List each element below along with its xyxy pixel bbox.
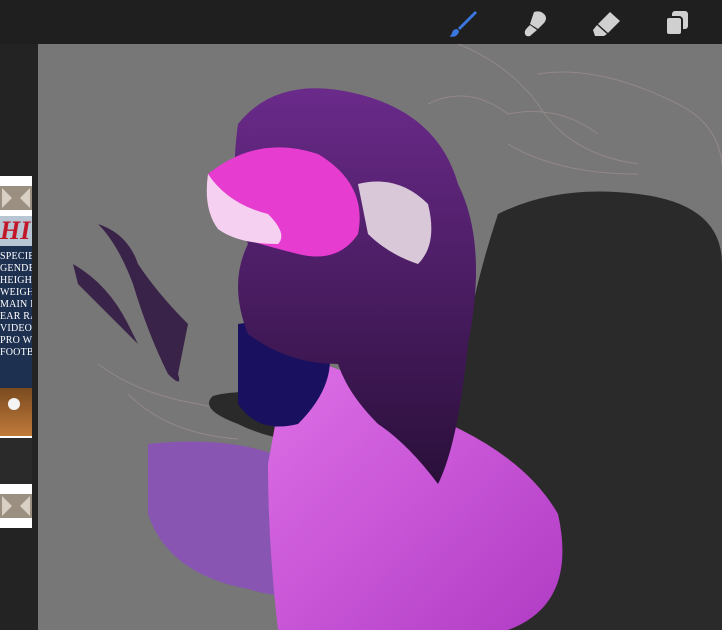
layers-icon bbox=[665, 11, 688, 36]
smudge-icon bbox=[524, 11, 546, 37]
reference-line: EAR RA bbox=[0, 311, 32, 322]
pattern-icon bbox=[2, 496, 30, 516]
pattern-icon bbox=[2, 188, 30, 208]
reference-bottom-bar bbox=[0, 494, 32, 518]
reference-line: MAIN I bbox=[0, 299, 32, 310]
drawing-canvas[interactable] bbox=[38, 44, 722, 630]
layers-tool-button[interactable] bbox=[660, 6, 694, 40]
eraser-tool-button[interactable] bbox=[590, 6, 624, 40]
reference-line: PRO W bbox=[0, 335, 32, 346]
reference-line: HEIGH bbox=[0, 275, 32, 286]
reference-line: SPECIE bbox=[0, 251, 32, 262]
reference-photo-ball bbox=[0, 388, 32, 436]
smudge-tool-button[interactable] bbox=[518, 6, 552, 40]
reference-title: HI bbox=[0, 216, 32, 246]
brush-tool-button[interactable] bbox=[446, 6, 480, 40]
reference-stats-block: SPECIE GENDE HEIGH WEIGH MAIN I EAR RA V… bbox=[0, 246, 32, 388]
eraser-icon bbox=[593, 12, 620, 36]
reference-line: FOOTB bbox=[0, 347, 32, 358]
reference-top-bar bbox=[0, 186, 32, 210]
reference-photo-dark bbox=[0, 438, 32, 484]
paw bbox=[73, 224, 188, 382]
reference-line: WEIGH bbox=[0, 287, 32, 298]
top-toolbar bbox=[0, 0, 722, 44]
reference-line: GENDE bbox=[0, 263, 32, 274]
brush-icon bbox=[449, 11, 477, 37]
artwork bbox=[73, 44, 722, 630]
reference-image-panel[interactable]: HI SPECIE GENDE HEIGH WEIGH MAIN I EAR R… bbox=[0, 176, 32, 528]
reference-line: VIDEO G bbox=[0, 323, 32, 334]
